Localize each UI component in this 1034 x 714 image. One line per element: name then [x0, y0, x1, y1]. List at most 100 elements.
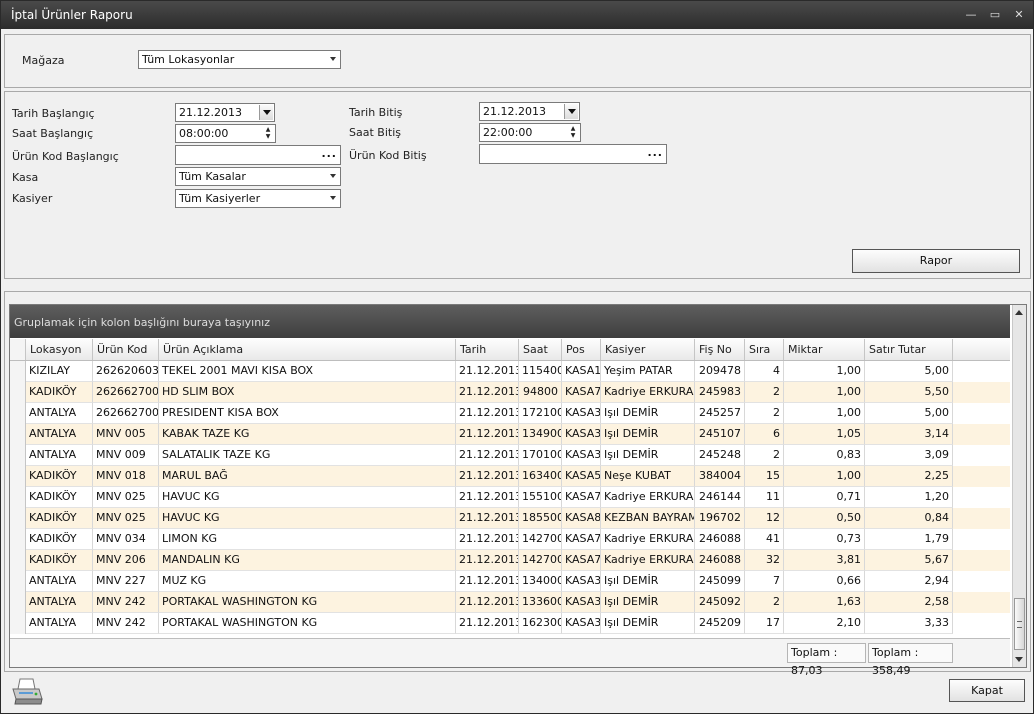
cell-urun-kod[interactable]: MNV 227 [93, 571, 159, 592]
cell-saat[interactable]: 115400 [519, 361, 562, 382]
cell-urun-kod[interactable]: 2626627001 [93, 382, 159, 403]
cell-tarih[interactable]: 21.12.2013 [456, 487, 519, 508]
saat-bitis-field[interactable]: 22:00:00 ▲ ▼ [479, 123, 581, 142]
cell-saat[interactable]: 133600 [519, 592, 562, 613]
cell-pos[interactable]: KASA3 [562, 445, 601, 466]
cell-satir-tutar[interactable]: 5,50 [865, 382, 953, 403]
cell-miktar[interactable]: 0,66 [784, 571, 865, 592]
cell-urun-aciklama[interactable]: PRESIDENT KISA BOX [159, 403, 456, 424]
cell-urun-kod[interactable]: MNV 034 [93, 529, 159, 550]
cell-sira[interactable]: 2 [745, 445, 784, 466]
cell-saat[interactable]: 162300 [519, 613, 562, 634]
urun-kod-baslangic-input[interactable]: ... [175, 145, 341, 165]
cell-urun-kod[interactable]: 2626206035 [93, 361, 159, 382]
cell-kasiyer[interactable]: Kadriye ERKURAN [601, 529, 695, 550]
cell-urun-kod[interactable]: MNV 242 [93, 592, 159, 613]
row-indicator[interactable] [10, 550, 26, 571]
cell-saat[interactable]: 134000 [519, 571, 562, 592]
cell-lokasyon[interactable]: ANTALYA [26, 424, 93, 445]
cell-saat[interactable]: 142700 [519, 529, 562, 550]
spinner-arrows-icon[interactable]: ▲ ▼ [568, 125, 578, 140]
maximize-icon[interactable]: ▭ [987, 7, 1003, 23]
cell-urun-aciklama[interactable]: TEKEL 2001 MAVI KISA BOX [159, 361, 456, 382]
cell-satir-tutar[interactable]: 2,94 [865, 571, 953, 592]
cell-urun-aciklama[interactable]: LIMON KG [159, 529, 456, 550]
cell-urun-kod[interactable]: MNV 009 [93, 445, 159, 466]
table-row[interactable]: KADIKÖY MNV 025 HAVUC KG 21.12.2013 185500 KA… [10, 508, 1010, 529]
column-header-urun-kod[interactable]: Ürün Kod [93, 339, 159, 360]
cell-kasiyer[interactable]: Kadriye ERKURAN [601, 382, 695, 403]
cell-fis-no[interactable]: 245257 [695, 403, 745, 424]
cell-sira[interactable]: 32 [745, 550, 784, 571]
cell-miktar[interactable]: 3,81 [784, 550, 865, 571]
cell-urun-aciklama[interactable]: PORTAKAL WASHINGTON KG [159, 613, 456, 634]
table-row[interactable]: ANTALYA MNV 005 KABAK TAZE KG 21.12.2013 134… [10, 424, 1010, 445]
cell-fis-no[interactable]: 196702 [695, 508, 745, 529]
cell-lokasyon[interactable]: KADIKÖY [26, 529, 93, 550]
cell-tarih[interactable]: 21.12.2013 [456, 613, 519, 634]
table-row[interactable]: ANTALYA MNV 242 PORTAKAL WASHINGTON KG 21.1… [10, 592, 1010, 613]
cell-urun-kod[interactable]: MNV 206 [93, 550, 159, 571]
cell-saat[interactable]: 185500 [519, 508, 562, 529]
cell-fis-no[interactable]: 384004 [695, 466, 745, 487]
cell-sira[interactable]: 12 [745, 508, 784, 529]
cell-sira[interactable]: 2 [745, 592, 784, 613]
calendar-dropdown-button[interactable] [259, 105, 273, 120]
magaza-select[interactable]: Tüm Lokasyonlar [138, 50, 341, 69]
row-indicator[interactable] [10, 529, 26, 550]
cell-lokasyon[interactable]: KIZILAY [26, 361, 93, 382]
tarih-baslangic-field[interactable]: 21.12.2013 [175, 103, 275, 122]
cell-satir-tutar[interactable]: 2,58 [865, 592, 953, 613]
column-header-satir-tutar[interactable]: Satır Tutar [865, 339, 953, 360]
cell-miktar[interactable]: 0,73 [784, 529, 865, 550]
table-row[interactable]: ANTALYA MNV 009 SALATALIK TAZE KG 21.12.201… [10, 445, 1010, 466]
cell-lokasyon[interactable]: ANTALYA [26, 403, 93, 424]
cell-pos[interactable]: KASA1 [562, 361, 601, 382]
cell-kasiyer[interactable]: KEZBAN BAYRAM [601, 508, 695, 529]
row-indicator[interactable] [10, 571, 26, 592]
cell-urun-aciklama[interactable]: HAVUC KG [159, 487, 456, 508]
cell-saat[interactable]: 134900 [519, 424, 562, 445]
kapat-button[interactable]: Kapat [949, 679, 1025, 702]
table-row[interactable]: KADIKÖY MNV 018 MARUL BAĞ 21.12.2013 163400 K… [10, 466, 1010, 487]
cell-pos[interactable]: KASA3 [562, 613, 601, 634]
row-indicator[interactable] [10, 487, 26, 508]
cell-tarih[interactable]: 21.12.2013 [456, 529, 519, 550]
cell-tarih[interactable]: 21.12.2013 [456, 445, 519, 466]
cell-kasiyer[interactable]: Işıl DEMİR [601, 424, 695, 445]
column-header-urun-aciklama[interactable]: Ürün Açıklama [159, 339, 456, 360]
group-by-area[interactable]: Gruplamak için kolon başlığını buraya ta… [10, 305, 1010, 338]
cell-miktar[interactable]: 1,00 [784, 466, 865, 487]
cell-sira[interactable]: 41 [745, 529, 784, 550]
cell-lokasyon[interactable]: KADIKÖY [26, 487, 93, 508]
cell-miktar[interactable]: 1,63 [784, 592, 865, 613]
row-indicator[interactable] [10, 592, 26, 613]
row-indicator[interactable] [10, 424, 26, 445]
cell-satir-tutar[interactable]: 3,09 [865, 445, 953, 466]
cell-fis-no[interactable]: 246088 [695, 550, 745, 571]
scroll-up-icon[interactable] [1015, 310, 1023, 315]
cell-saat[interactable]: 94800 [519, 382, 562, 403]
cell-urun-aciklama[interactable]: MANDALIN KG [159, 550, 456, 571]
printer-icon[interactable] [11, 677, 43, 707]
scroll-thumb[interactable] [1014, 598, 1025, 650]
cell-miktar[interactable]: 0,71 [784, 487, 865, 508]
cell-sira[interactable]: 15 [745, 466, 784, 487]
cell-lokasyon[interactable]: KADIKÖY [26, 550, 93, 571]
cell-satir-tutar[interactable]: 5,00 [865, 403, 953, 424]
cell-miktar[interactable]: 1,00 [784, 382, 865, 403]
cell-tarih[interactable]: 21.12.2013 [456, 382, 519, 403]
minimize-icon[interactable]: — [963, 7, 979, 23]
cell-sira[interactable]: 2 [745, 403, 784, 424]
cell-satir-tutar[interactable]: 1,79 [865, 529, 953, 550]
cell-sira[interactable]: 4 [745, 361, 784, 382]
cell-fis-no[interactable]: 245099 [695, 571, 745, 592]
table-row[interactable]: KIZILAY 2626206035 TEKEL 2001 MAVI KISA BO… [10, 361, 1010, 382]
row-indicator[interactable] [10, 403, 26, 424]
row-indicator[interactable] [10, 382, 26, 403]
row-indicator[interactable] [10, 445, 26, 466]
cell-urun-aciklama[interactable]: KABAK TAZE KG [159, 424, 456, 445]
cell-pos[interactable]: KASA5 [562, 466, 601, 487]
table-row[interactable]: ANTALYA MNV 227 MUZ KG 21.12.2013 134000 KASA… [10, 571, 1010, 592]
column-header-pos[interactable]: Pos [562, 339, 601, 360]
